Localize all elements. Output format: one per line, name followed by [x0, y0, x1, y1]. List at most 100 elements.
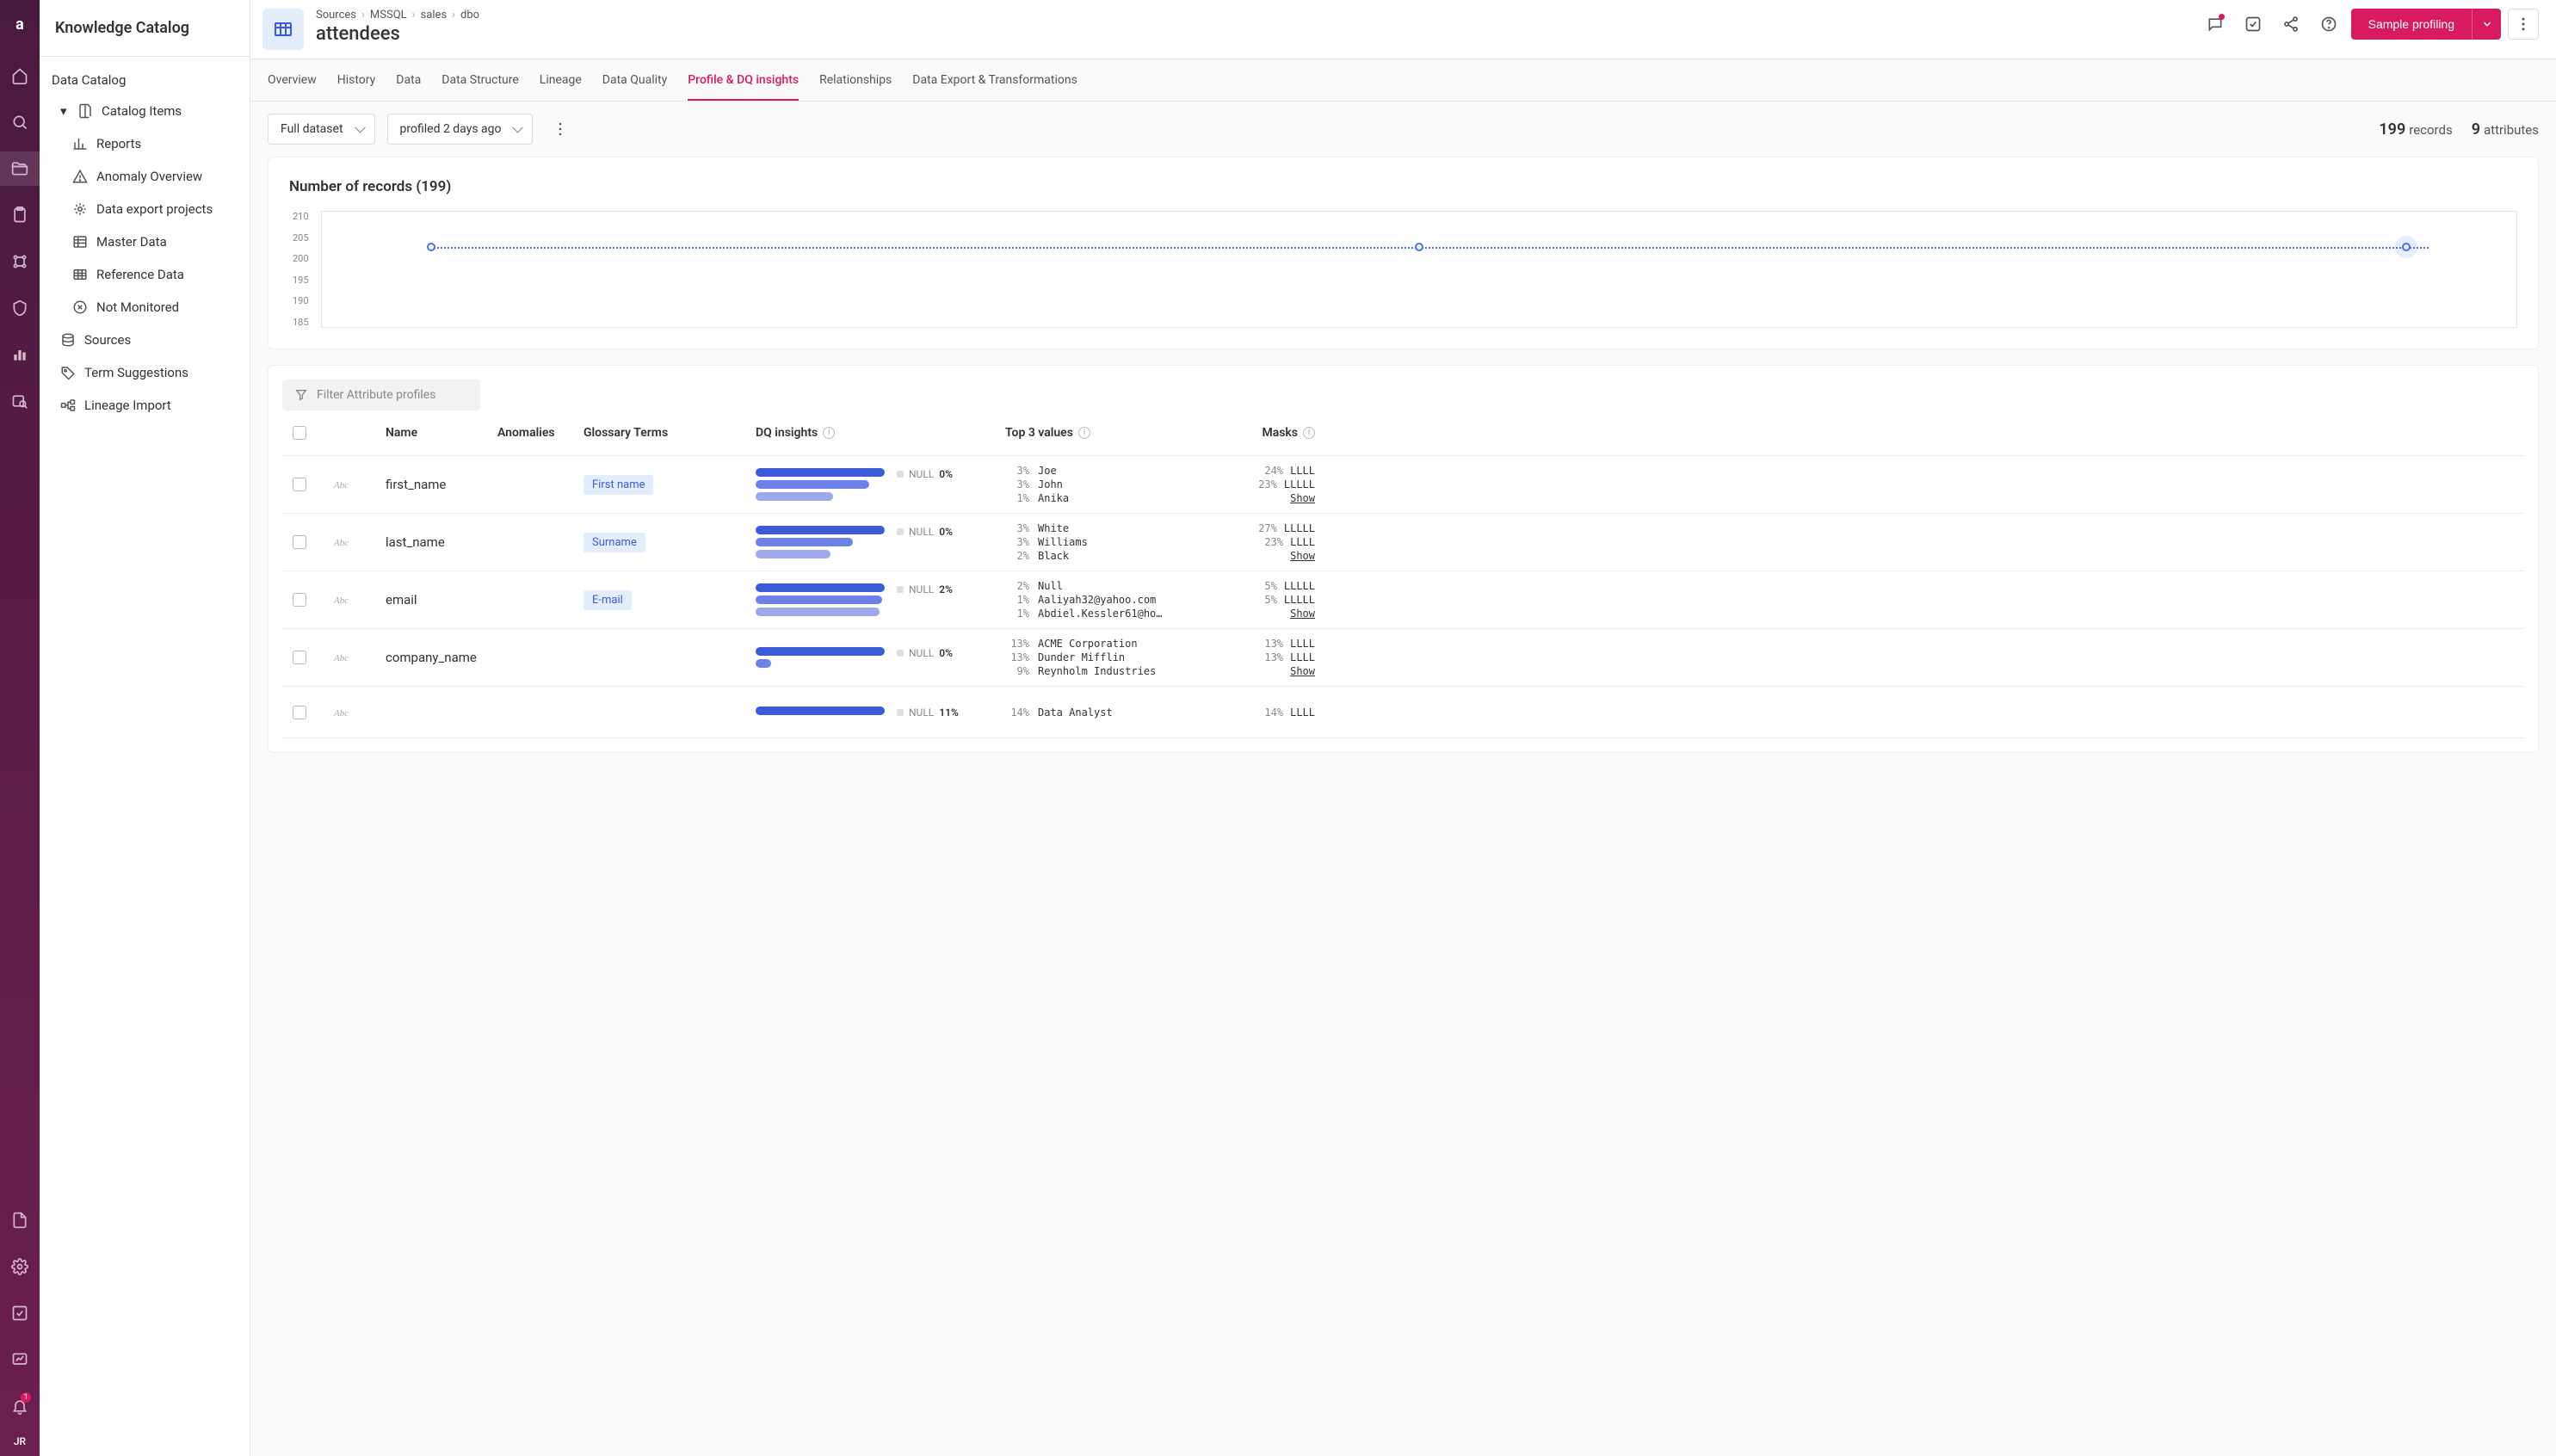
tab-data-quality[interactable]: Data Quality — [602, 59, 667, 101]
tab-lineage[interactable]: Lineage — [540, 59, 582, 101]
tree-item-anomaly-overview[interactable]: Anomaly Overview — [40, 160, 250, 193]
null-indicator: NULL11% — [897, 706, 959, 719]
breadcrumb-item[interactable]: sales — [421, 9, 448, 22]
rail-shield-icon[interactable] — [0, 291, 40, 325]
breadcrumb-item[interactable]: MSSQL — [370, 9, 407, 22]
tree-item-sources[interactable]: Sources — [40, 324, 250, 356]
col-name[interactable]: Name — [386, 426, 497, 440]
col-masks[interactable]: Masksi — [1203, 426, 1315, 440]
glossary-chip[interactable]: E-mail — [583, 590, 632, 610]
info-icon[interactable]: i — [1303, 427, 1315, 439]
help-button[interactable] — [2313, 9, 2344, 40]
tab-data-export-transformations[interactable]: Data Export & Transformations — [912, 59, 1077, 101]
filter-input[interactable]: Filter Attribute profiles — [282, 379, 480, 410]
tree-item-term-suggestions[interactable]: Term Suggestions — [40, 356, 250, 389]
type-badge: Abc — [334, 653, 349, 663]
row-checkbox[interactable] — [293, 706, 306, 719]
table-row[interactable]: AbcNULL11%14%Data Analyst14%LLLL — [282, 687, 2524, 738]
rail-avatar[interactable]: JR — [14, 1435, 26, 1447]
col-glossary[interactable]: Glossary Terms — [583, 426, 756, 440]
masks-col: 24%LLLL23%LLLLLShow — [1203, 465, 1315, 504]
chart-point-active[interactable] — [2402, 243, 2411, 251]
tree-item-data-export-projects[interactable]: Data export projects — [40, 193, 250, 225]
info-icon[interactable]: i — [1078, 427, 1090, 439]
row-checkbox[interactable] — [293, 535, 306, 549]
tab-profile-dq-insights[interactable]: Profile & DQ insights — [688, 59, 799, 101]
rail-nodes-icon[interactable] — [0, 244, 40, 279]
type-badge: Abc — [334, 538, 349, 548]
col-dq[interactable]: DQ insightsi — [756, 426, 1005, 440]
sample-profiling-button[interactable]: Sample profiling — [2351, 9, 2472, 40]
chart-line — [431, 247, 2429, 249]
glossary-chip[interactable]: First name — [583, 475, 653, 495]
info-icon[interactable]: i — [823, 427, 835, 439]
share-button[interactable] — [2275, 9, 2306, 40]
dq-bars — [756, 468, 885, 501]
show-link[interactable]: Show — [1290, 550, 1315, 562]
table-row[interactable]: Abcfirst_nameFirst nameNULL0%3%Joe3%John… — [282, 456, 2524, 514]
rail-explore-icon[interactable] — [0, 384, 40, 418]
top3-values: 14%Data Analyst — [1005, 706, 1203, 719]
rail-bell-icon[interactable]: 1 — [0, 1389, 40, 1423]
col-anomalies[interactable]: Anomalies — [497, 426, 583, 440]
rail-search-icon[interactable] — [0, 105, 40, 139]
tree-item-label: Term Suggestions — [84, 365, 188, 380]
tree-item-lineage-import[interactable]: Lineage Import — [40, 389, 250, 422]
row-checkbox[interactable] — [293, 651, 306, 664]
rail-monitor-icon[interactable] — [0, 1342, 40, 1377]
export-icon — [72, 201, 88, 217]
chart-area[interactable] — [321, 211, 2517, 328]
table-row[interactable]: Abccompany_nameNULL0%13%ACME Corporation… — [282, 629, 2524, 687]
attr-name: first_name — [386, 477, 497, 492]
tab-data[interactable]: Data — [396, 59, 421, 101]
tab-history[interactable]: History — [337, 59, 376, 101]
breadcrumb: Sources›MSSQL›sales›dbo — [316, 9, 479, 22]
rail-analytics-icon[interactable] — [0, 337, 40, 372]
tree-item-label: Reference Data — [96, 267, 184, 282]
tree-item-reports[interactable]: Reports — [40, 127, 250, 160]
sample-profiling-caret[interactable] — [2472, 9, 2501, 40]
attributes-card: Filter Attribute profiles Name Anomalies… — [268, 365, 2539, 753]
tree-item-reference-data[interactable]: Reference Data — [40, 258, 250, 291]
show-link[interactable]: Show — [1290, 608, 1315, 620]
tab-overview[interactable]: Overview — [268, 59, 317, 101]
rail-document-icon[interactable] — [0, 1203, 40, 1237]
show-link[interactable]: Show — [1290, 492, 1315, 504]
breadcrumb-item[interactable]: Sources — [316, 9, 356, 22]
tree-section-label[interactable]: Data Catalog — [40, 72, 250, 88]
tag-icon — [60, 365, 76, 380]
col-top3[interactable]: Top 3 valuesi — [1005, 426, 1203, 440]
tab-data-structure[interactable]: Data Structure — [441, 59, 519, 101]
tree-item-not-monitored[interactable]: Not Monitored — [40, 291, 250, 324]
more-button[interactable] — [2508, 9, 2539, 40]
chart-point[interactable] — [1415, 243, 1423, 251]
breadcrumb-item[interactable]: dbo — [460, 9, 479, 22]
approve-button[interactable] — [2238, 9, 2269, 40]
table-row[interactable]: AbcemailE-mailNULL2%2%Null1%Aaliyah32@ya… — [282, 571, 2524, 629]
rail-check-icon[interactable] — [0, 1296, 40, 1330]
toolbar-more-button[interactable] — [545, 114, 576, 145]
row-checkbox[interactable] — [293, 593, 306, 607]
chart-point[interactable] — [427, 243, 435, 251]
row-checkbox[interactable] — [293, 478, 306, 491]
dq-bars — [756, 647, 885, 668]
app-logo[interactable]: a — [0, 9, 40, 40]
tree-item-label: Lineage Import — [84, 398, 171, 413]
rail-home-icon[interactable] — [0, 59, 40, 93]
dataset-select[interactable]: Full dataset — [268, 114, 375, 145]
records-chart-card: Number of records (199) 2102052001951901… — [268, 157, 2539, 349]
profiled-select[interactable]: profiled 2 days ago — [387, 114, 534, 145]
select-all-checkbox[interactable] — [293, 426, 306, 440]
tree-root-item[interactable]: ▾ Catalog Items — [40, 95, 250, 127]
show-link[interactable]: Show — [1290, 665, 1315, 677]
tab-relationships[interactable]: Relationships — [819, 59, 892, 101]
bar-chart-icon — [72, 136, 88, 151]
rail-catalog-icon[interactable] — [0, 151, 40, 186]
rail-badge: 1 — [21, 1392, 31, 1403]
rail-settings-icon[interactable] — [0, 1249, 40, 1284]
table-row[interactable]: Abclast_nameSurnameNULL0%3%White3%Willia… — [282, 514, 2524, 571]
tree-item-master-data[interactable]: Master Data — [40, 225, 250, 258]
comment-button[interactable] — [2200, 9, 2231, 40]
rail-clipboard-icon[interactable] — [0, 198, 40, 232]
glossary-chip[interactable]: Surname — [583, 533, 645, 552]
